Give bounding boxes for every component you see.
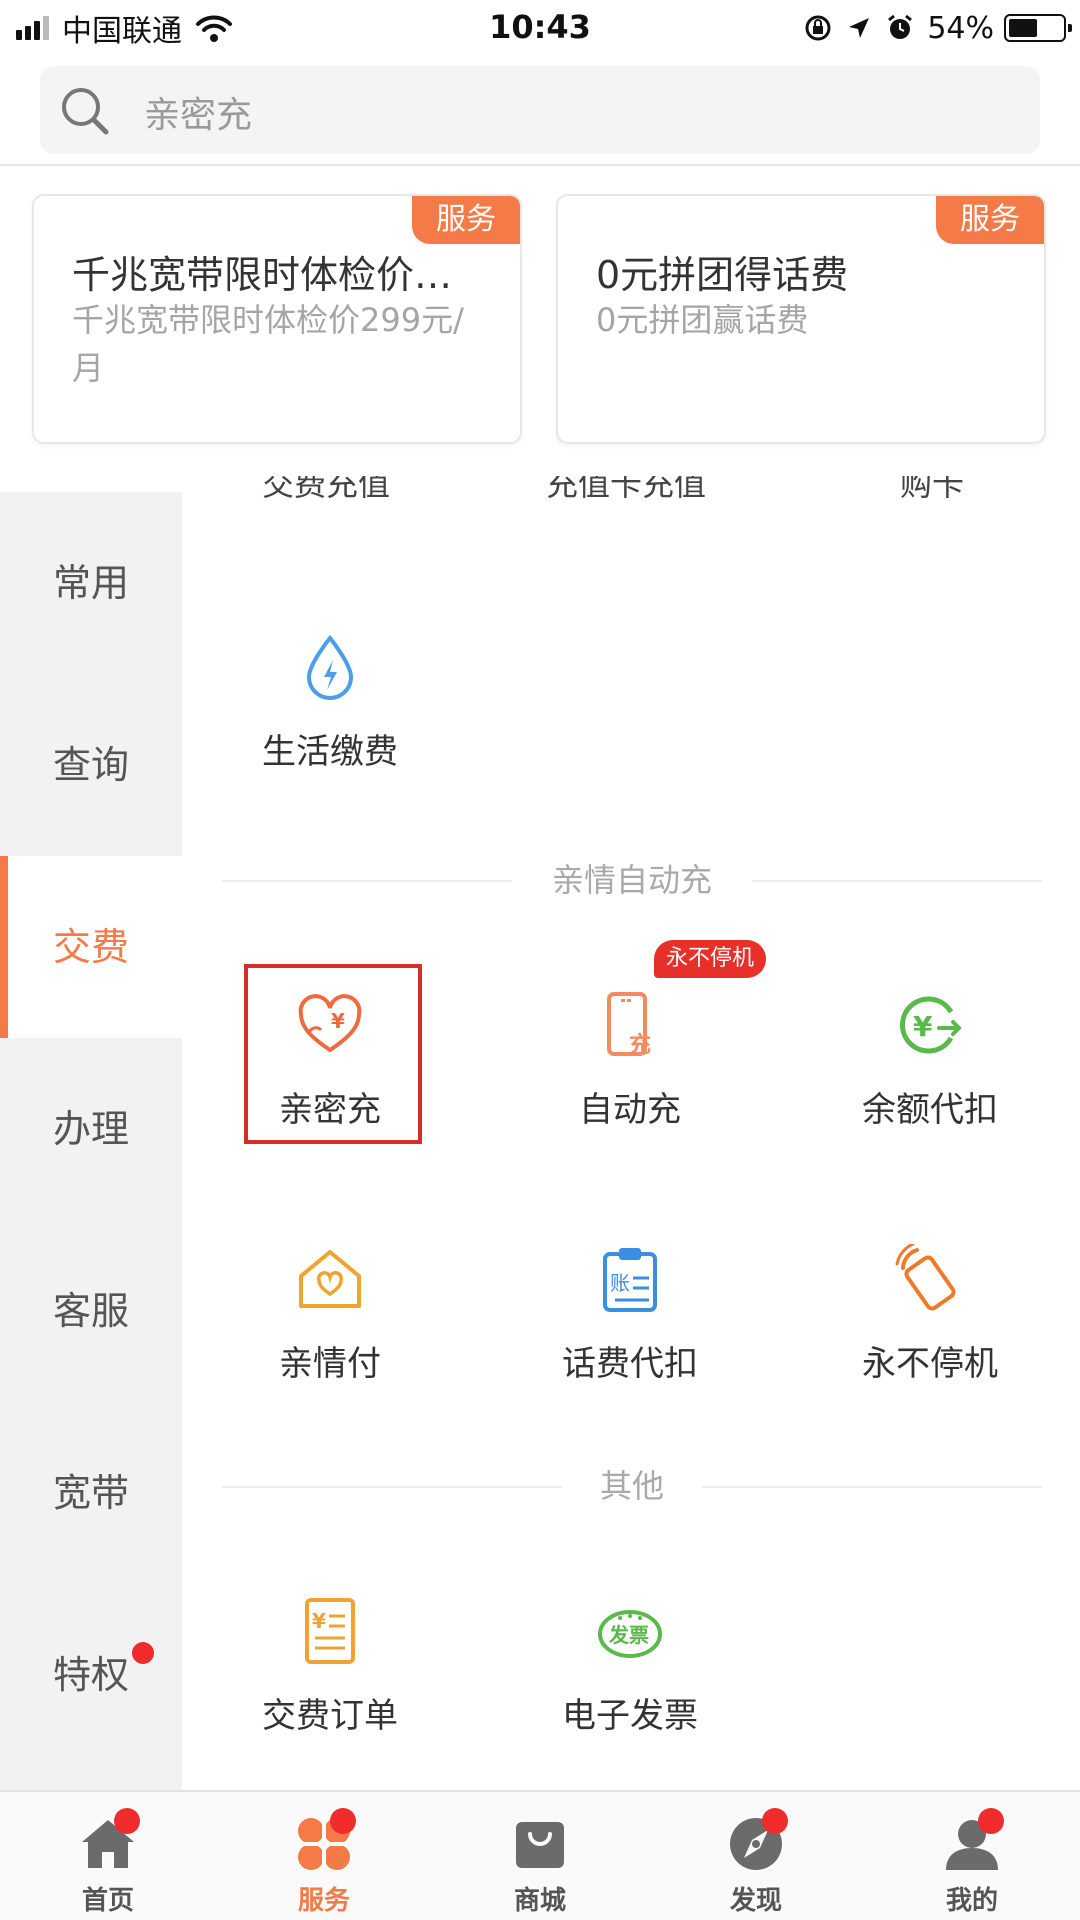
- notification-dot: [114, 1808, 140, 1834]
- invoice-badge-icon: 发票: [598, 1610, 662, 1658]
- nav-item-discover[interactable]: 发现: [648, 1792, 864, 1920]
- nav-label: 我的: [945, 1886, 998, 1916]
- grid-item-never-stop[interactable]: 永不停机: [780, 1242, 1080, 1385]
- grid-item-label: 生活缴费: [262, 732, 398, 772]
- svg-text:发票: 发票: [608, 1623, 649, 1647]
- search-bar: 亲密充: [0, 56, 1080, 166]
- grid-item-label: 永不停机: [862, 1344, 998, 1384]
- grid-item-label: 亲密充: [279, 1090, 381, 1130]
- bottom-nav: 首页 服务 商城 发现 我的: [0, 1790, 1080, 1920]
- sidebar-item-customer-service[interactable]: 客服: [0, 1220, 182, 1402]
- section-title-other: 其他: [222, 1466, 1042, 1506]
- phone-recharge-icon: 充: [607, 992, 651, 1058]
- home-heart-icon: [299, 1250, 361, 1308]
- nav-label: 首页: [81, 1886, 134, 1916]
- status-right: 54%: [791, 8, 1072, 48]
- grid-item-phone-bill-deduct[interactable]: 账 话费代扣: [480, 1244, 780, 1385]
- grid-item-label: 余额代扣: [862, 1090, 998, 1130]
- grid-item-life-payment[interactable]: 生活缴费: [180, 632, 480, 773]
- svg-text:账: 账: [610, 1271, 630, 1295]
- sidebar-item-common[interactable]: 常用: [0, 492, 182, 674]
- phone-signal-icon: [895, 1242, 956, 1311]
- never-stop-badge: 永不停机: [654, 940, 767, 978]
- svg-text:¥: ¥: [331, 1009, 345, 1033]
- grid-item-family-pay[interactable]: 亲情付: [180, 1244, 480, 1385]
- svg-text:¥: ¥: [913, 1010, 933, 1043]
- nav-item-service[interactable]: 服务: [216, 1792, 432, 1920]
- svg-text:¥: ¥: [312, 1609, 326, 1633]
- service-tag: 服务: [412, 196, 520, 244]
- nav-item-mine[interactable]: 我的: [864, 1792, 1080, 1920]
- grid-item-e-invoice[interactable]: 发票 电子发票: [480, 1596, 780, 1737]
- status-bar: 中国联通 10:43 54%: [0, 0, 1080, 56]
- sidebar-item-privilege[interactable]: 特权: [0, 1584, 182, 1766]
- service-tag: 服务: [936, 196, 1044, 244]
- yen-arrow-icon: ¥: [900, 996, 962, 1054]
- battery-icon: [1004, 14, 1072, 42]
- section-title-family: 亲情自动充: [222, 860, 1042, 900]
- water-drop-bolt-icon: [306, 634, 354, 700]
- cut-off-label: 充值卡充值: [546, 476, 707, 498]
- search-input[interactable]: 亲密充: [40, 66, 1040, 154]
- notification-dot: [978, 1808, 1004, 1834]
- nav-item-mall[interactable]: 商城: [432, 1792, 648, 1920]
- alarm-icon: [888, 14, 913, 39]
- card-desc: 千兆宽带限时体检价299元/月: [72, 301, 464, 387]
- shopping-bag-icon: [516, 1822, 564, 1868]
- card-title: 0元拼团得话费: [596, 253, 849, 297]
- card-title: 千兆宽带限时体检价…: [72, 253, 453, 297]
- cut-off-label: 购卡: [900, 476, 965, 498]
- battery-percent: 54%: [927, 10, 994, 46]
- sidebar-item-handle[interactable]: 办理: [0, 1038, 182, 1220]
- grid-item-label: 亲情付: [279, 1344, 381, 1384]
- order-receipt-icon: ¥: [305, 1598, 355, 1664]
- notification-dot: [132, 1642, 154, 1664]
- grid-item-label: 交费订单: [262, 1696, 398, 1736]
- search-placeholder: 亲密充: [144, 95, 253, 136]
- grid-item-label: 自动充: [579, 1090, 681, 1130]
- promo-card-group-buy[interactable]: 服务 0元拼团得话费 0元拼团赢话费: [556, 194, 1046, 444]
- grid-item-intimate-recharge[interactable]: ¥ 亲密充: [180, 990, 480, 1131]
- location-arrow-icon: [849, 18, 870, 38]
- nav-item-home[interactable]: 首页: [0, 1792, 216, 1920]
- notification-dot: [330, 1808, 356, 1834]
- heart-yen-icon: ¥: [298, 994, 362, 1053]
- notification-dot: [762, 1808, 788, 1834]
- rotation-lock-icon: [805, 15, 831, 41]
- category-sidebar: 常用 查询 交费 办理 客服 宽带 特权: [0, 492, 182, 1792]
- grid-item-label: 话费代扣: [562, 1344, 698, 1384]
- nav-label: 发现: [729, 1886, 782, 1916]
- nav-label: 服务: [297, 1886, 350, 1916]
- search-icon: [62, 88, 109, 135]
- grid-item-label: 电子发票: [562, 1696, 698, 1736]
- cut-off-label: 交费充值: [262, 476, 391, 498]
- grid-item-balance-deduct[interactable]: ¥ 余额代扣: [780, 990, 1080, 1131]
- promo-card-broadband[interactable]: 服务 千兆宽带限时体检价… 千兆宽带限时体检价299元/月: [32, 194, 522, 444]
- grid-item-payment-orders[interactable]: ¥ 交费订单: [180, 1596, 480, 1737]
- svg-text:充: 充: [629, 1032, 651, 1058]
- card-desc: 0元拼团赢话费: [596, 301, 809, 339]
- clipboard-bill-icon: 账: [603, 1248, 657, 1312]
- sidebar-item-payment[interactable]: 交费: [0, 856, 182, 1038]
- nav-label: 商城: [513, 1886, 566, 1916]
- sidebar-item-broadband[interactable]: 宽带: [0, 1402, 182, 1584]
- grid-item-auto-recharge[interactable]: 充 自动充: [480, 990, 780, 1131]
- sidebar-item-query[interactable]: 查询: [0, 674, 182, 856]
